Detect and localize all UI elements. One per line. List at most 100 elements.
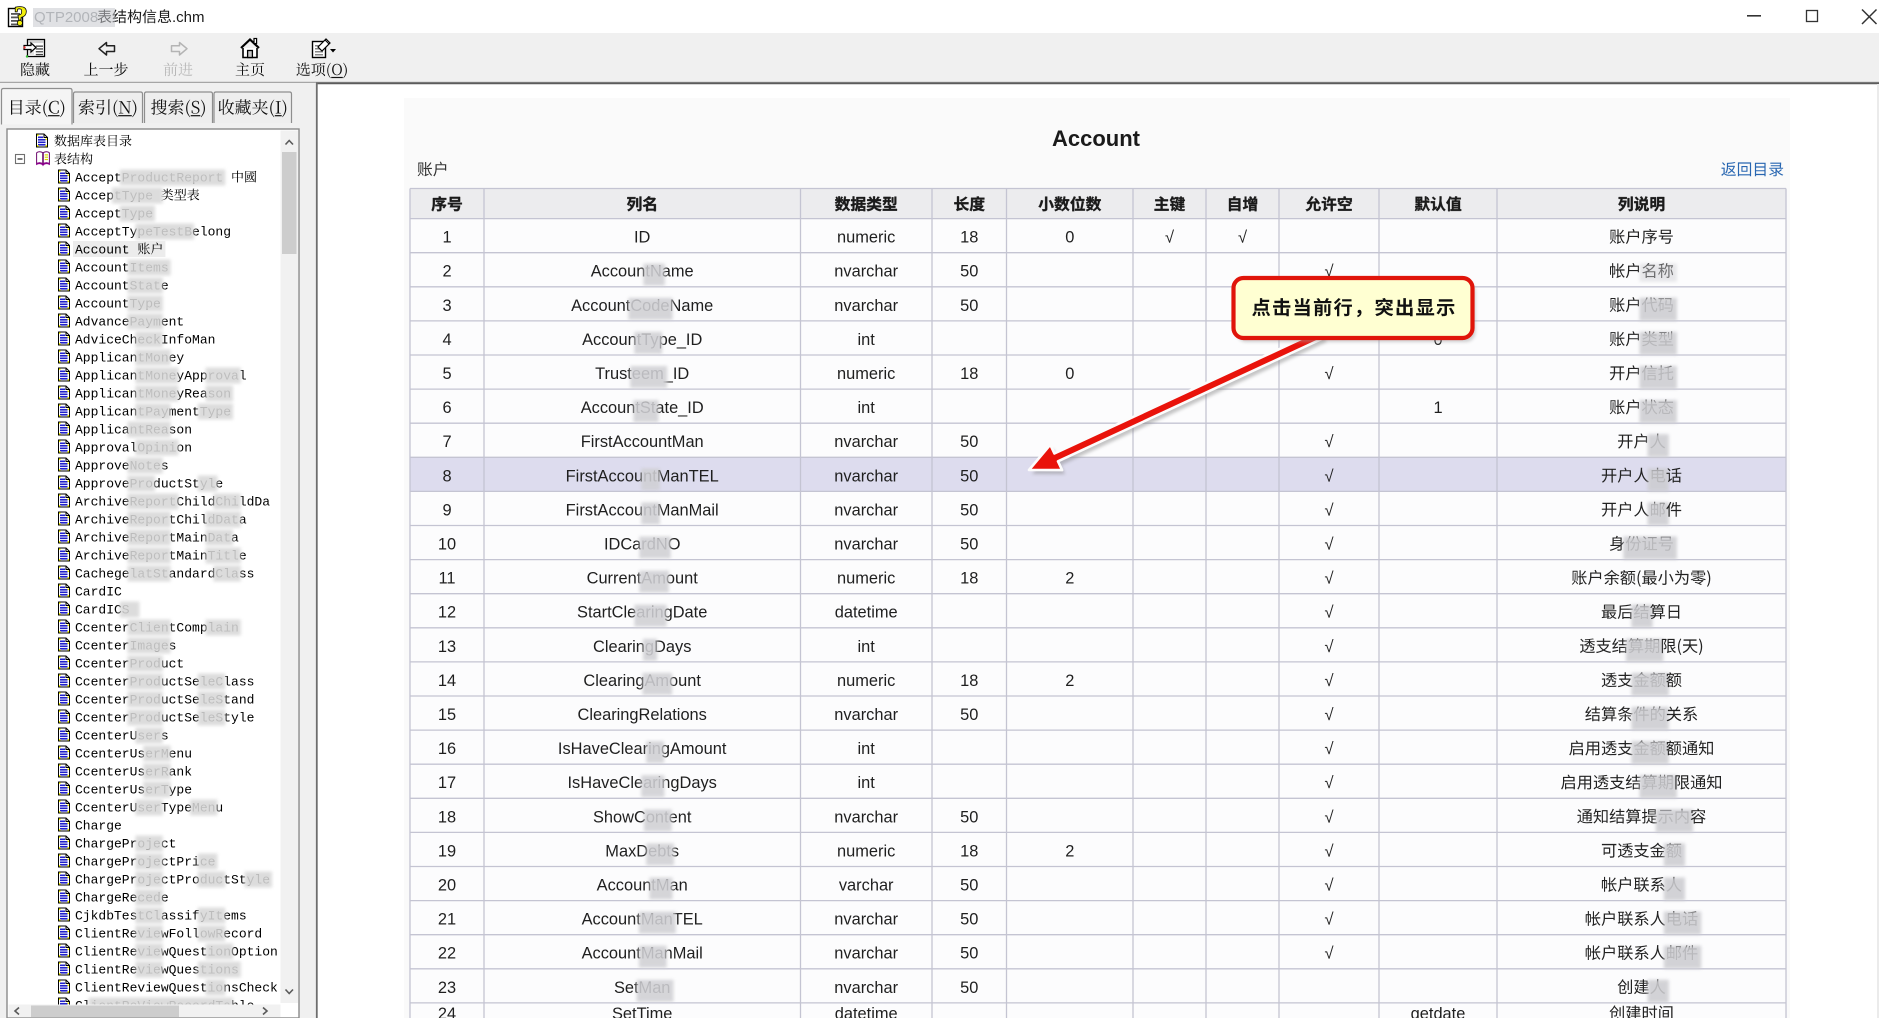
svg-text:0: 0 xyxy=(1065,229,1074,247)
svg-text:2: 2 xyxy=(442,263,451,281)
svg-text:√: √ xyxy=(1324,877,1334,895)
svg-text:IsHaveClearingAmount: IsHaveClearingAmount xyxy=(558,740,727,758)
svg-text:AccountMan: AccountMan xyxy=(597,877,688,895)
svg-text:18: 18 xyxy=(960,672,978,690)
svg-text:50: 50 xyxy=(960,706,978,724)
svg-text:nvarchar: nvarchar xyxy=(834,467,898,485)
svg-text:ChargeProjectProductStyle: ChargeProjectProductStyle xyxy=(75,873,270,888)
svg-text:nvarchar: nvarchar xyxy=(834,945,898,963)
svg-text:nvarchar: nvarchar xyxy=(834,297,898,315)
svg-text:8: 8 xyxy=(442,467,451,485)
svg-text:√: √ xyxy=(1324,570,1334,588)
svg-text:nvarchar: nvarchar xyxy=(834,501,898,519)
svg-text:18: 18 xyxy=(960,229,978,247)
svg-text:ClearingRelations: ClearingRelations xyxy=(578,706,707,724)
svg-text:3: 3 xyxy=(442,297,451,315)
svg-text:int: int xyxy=(858,399,876,417)
svg-text:50: 50 xyxy=(960,433,978,451)
svg-text:int: int xyxy=(858,774,876,792)
svg-text:50: 50 xyxy=(960,297,978,315)
svg-text:ClientReviewFollowRecord: ClientReviewFollowRecord xyxy=(75,927,262,942)
svg-text:ID: ID xyxy=(634,229,651,247)
svg-text:18: 18 xyxy=(960,365,978,383)
svg-text:nvarchar: nvarchar xyxy=(834,911,898,929)
svg-text:1: 1 xyxy=(1433,399,1442,417)
svg-text:19: 19 xyxy=(438,842,456,860)
svg-text:√: √ xyxy=(1324,911,1334,929)
svg-text:ShowContent: ShowContent xyxy=(593,808,692,826)
svg-text:numeric: numeric xyxy=(837,365,895,383)
svg-text:16: 16 xyxy=(438,740,456,758)
svg-text:√: √ xyxy=(1324,536,1334,554)
svg-text:50: 50 xyxy=(960,911,978,929)
svg-text:√: √ xyxy=(1324,672,1334,690)
svg-text:CcenterProductSeleStyle: CcenterProductSeleStyle xyxy=(75,711,254,726)
svg-text:√: √ xyxy=(1324,467,1334,485)
svg-text:numeric: numeric xyxy=(837,570,895,588)
svg-text:50: 50 xyxy=(960,263,978,281)
svg-text:√: √ xyxy=(1324,365,1334,383)
svg-text:9: 9 xyxy=(442,501,451,519)
svg-text:numeric: numeric xyxy=(837,672,895,690)
svg-text:2: 2 xyxy=(1065,842,1074,860)
svg-text:√: √ xyxy=(1324,740,1334,758)
svg-text:13: 13 xyxy=(438,638,456,656)
svg-text:nvarchar: nvarchar xyxy=(834,263,898,281)
svg-text:20: 20 xyxy=(438,877,456,895)
svg-text:15: 15 xyxy=(438,706,456,724)
svg-text:24: 24 xyxy=(438,1005,456,1018)
svg-text:1: 1 xyxy=(442,229,451,247)
svg-text:21: 21 xyxy=(438,911,456,929)
svg-text:CcenterUserType: CcenterUserType xyxy=(75,783,192,798)
svg-text:CcenterUserMenu: CcenterUserMenu xyxy=(75,747,192,762)
svg-text:Account: Account xyxy=(75,243,130,258)
svg-text:datetime: datetime xyxy=(835,1005,898,1018)
svg-text:0: 0 xyxy=(1065,365,1074,383)
svg-text:ClearingAmount: ClearingAmount xyxy=(583,672,701,690)
svg-text:CardIC: CardIC xyxy=(75,585,122,600)
svg-text:FirstAccountMan: FirstAccountMan xyxy=(581,433,704,451)
svg-text:4: 4 xyxy=(442,331,451,349)
svg-text:√: √ xyxy=(1324,774,1334,792)
svg-text:√: √ xyxy=(1324,433,1334,451)
svg-text:AccountName: AccountName xyxy=(591,263,694,281)
svg-text:√: √ xyxy=(1324,706,1334,724)
svg-text:√: √ xyxy=(1324,842,1334,860)
svg-text:?: ? xyxy=(14,1,28,31)
svg-text:CcenterProductSeleClass: CcenterProductSeleClass xyxy=(75,675,254,690)
svg-text:numeric: numeric xyxy=(837,229,895,247)
svg-text:ClearingDays: ClearingDays xyxy=(593,638,691,656)
svg-text:18: 18 xyxy=(960,570,978,588)
svg-text:datetime: datetime xyxy=(835,604,898,622)
svg-text:nvarchar: nvarchar xyxy=(834,536,898,554)
svg-text:50: 50 xyxy=(960,979,978,997)
svg-text:50: 50 xyxy=(960,467,978,485)
svg-text:ClientReviewQuestionsCheck: ClientReviewQuestionsCheck xyxy=(75,981,278,996)
svg-text:√: √ xyxy=(1324,501,1334,519)
svg-text:√: √ xyxy=(1165,229,1175,247)
svg-text:50: 50 xyxy=(960,877,978,895)
svg-text:10: 10 xyxy=(438,536,456,554)
svg-text:nvarchar: nvarchar xyxy=(834,433,898,451)
svg-text:6: 6 xyxy=(442,399,451,417)
svg-text:int: int xyxy=(858,740,876,758)
svg-text:nvarchar: nvarchar xyxy=(834,979,898,997)
svg-text:SetTime: SetTime xyxy=(612,1005,672,1018)
svg-text:5: 5 xyxy=(442,365,451,383)
svg-text:14: 14 xyxy=(438,672,456,690)
svg-text:18: 18 xyxy=(960,842,978,860)
svg-text:11: 11 xyxy=(438,570,455,588)
svg-text:numeric: numeric xyxy=(837,842,895,860)
svg-text:18: 18 xyxy=(438,808,456,826)
svg-text:12: 12 xyxy=(438,604,456,622)
svg-text:17: 17 xyxy=(438,774,456,792)
svg-text:nvarchar: nvarchar xyxy=(834,706,898,724)
svg-text:√: √ xyxy=(1238,229,1248,247)
svg-text:23: 23 xyxy=(438,979,456,997)
svg-text:22: 22 xyxy=(438,945,456,963)
svg-text:Charge: Charge xyxy=(75,819,122,834)
svg-text:50: 50 xyxy=(960,945,978,963)
svg-text:getdate: getdate xyxy=(1411,1005,1466,1018)
svg-text:ClientReviewQuestionOption: ClientReviewQuestionOption xyxy=(75,945,278,960)
svg-text:Account: Account xyxy=(1052,126,1141,151)
